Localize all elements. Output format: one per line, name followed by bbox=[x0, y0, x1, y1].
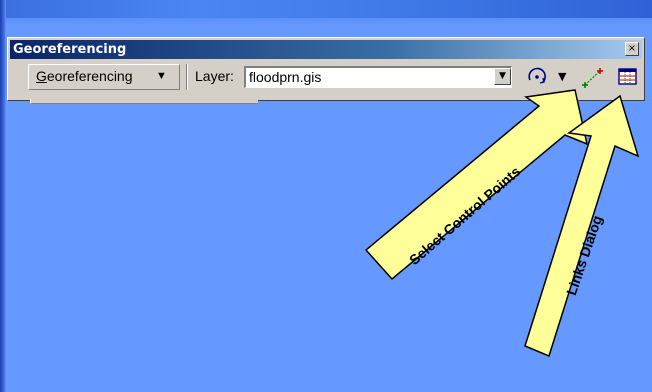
slide-left-edge bbox=[0, 0, 6, 392]
links-table-icon[interactable] bbox=[617, 66, 639, 88]
layer-select[interactable]: floodprn.gis ▼ bbox=[244, 66, 512, 88]
dropdown-arrow-icon[interactable]: ▼ bbox=[494, 68, 511, 85]
georeferencing-menu-button[interactable]: Georeferencing ▼ bbox=[28, 64, 180, 90]
menu-mnemonic: G bbox=[36, 68, 47, 84]
slide-top-glow bbox=[0, 18, 652, 26]
chevron-down-icon: ▼ bbox=[156, 70, 167, 82]
dropdown-strip bbox=[30, 99, 258, 104]
close-icon: × bbox=[627, 43, 637, 54]
toolbar-title: Georeferencing bbox=[13, 42, 127, 57]
close-button[interactable]: × bbox=[625, 42, 639, 56]
layer-select-value: floodprn.gis bbox=[249, 69, 322, 85]
links-dialog-arrow bbox=[524, 94, 640, 358]
layer-label: Layer: bbox=[195, 68, 234, 84]
georeferencing-toolbar: Georeferencing × Georeferencing ▼ Layer:… bbox=[7, 37, 645, 101]
add-control-points-icon[interactable] bbox=[581, 65, 605, 89]
select-control-points-label: Select Control Points bbox=[406, 163, 524, 269]
select-control-points-arrow bbox=[364, 89, 589, 281]
menu-label: eoreferencing bbox=[46, 68, 133, 84]
chevron-down-icon[interactable]: ▼ bbox=[558, 70, 566, 83]
links-dialog-label: Links Dialog bbox=[563, 213, 606, 298]
rotate-icon[interactable] bbox=[526, 67, 548, 87]
toolbar-separator bbox=[186, 64, 188, 90]
toolbar-titlebar[interactable]: Georeferencing × bbox=[10, 40, 642, 59]
